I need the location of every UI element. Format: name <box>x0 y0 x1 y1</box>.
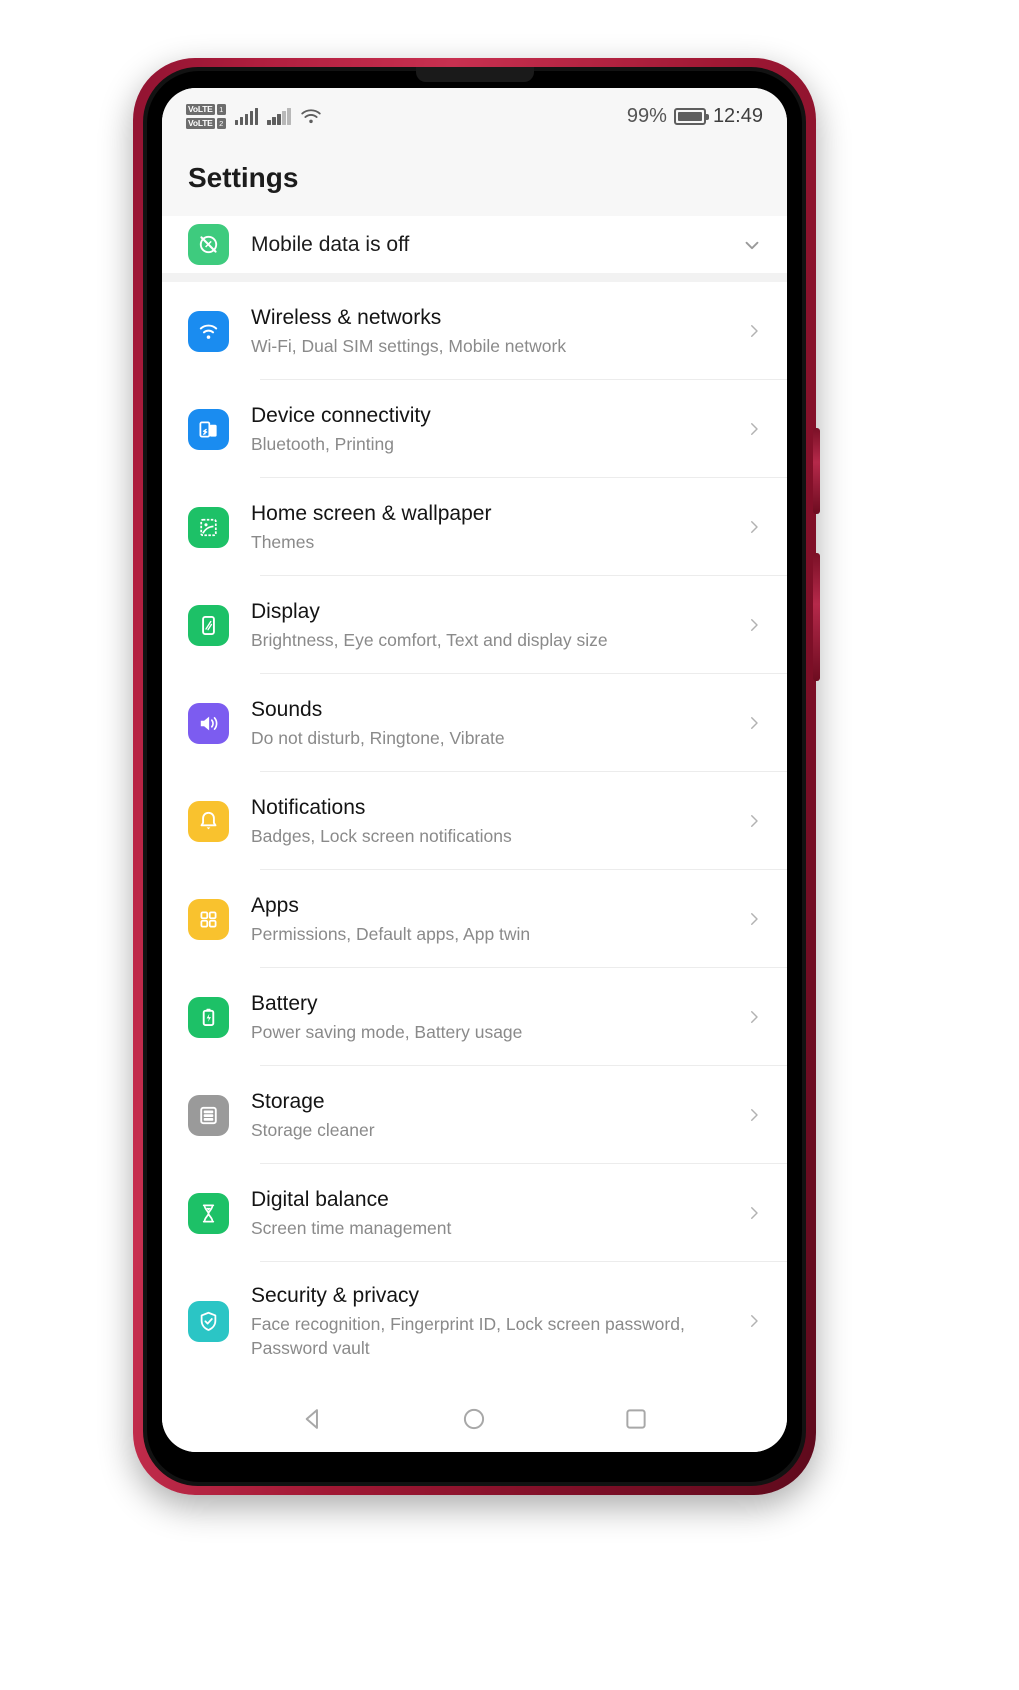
status-bar-right: 99% 12:49 <box>627 105 763 128</box>
status-bar-left: VoLTE 1 VoLTE 2 <box>186 103 322 129</box>
list-item-subtitle: Themes <box>251 532 315 552</box>
list-item-title: Apps <box>251 894 299 917</box>
wifi-icon <box>300 108 321 123</box>
list-item-subtitle: Do not disturb, Ringtone, Vibrate <box>251 728 505 748</box>
list-item-subtitle: Power saving mode, Battery usage <box>251 1022 523 1042</box>
list-item-digital-balance[interactable]: Digital balance Screen time management <box>162 1164 787 1262</box>
chevron-right-icon <box>751 1011 758 1023</box>
home-circle-icon[interactable] <box>457 1402 491 1436</box>
list-item-subtitle: Permissions, Default apps, App twin <box>251 924 531 944</box>
list-item-subtitle: Face recognition, Fingerprint ID, Lock s… <box>251 1314 685 1358</box>
chevron-right-icon <box>751 423 758 435</box>
chevron-right-icon <box>751 717 758 729</box>
mobile-data-off-icon <box>188 224 229 265</box>
mobile-data-status-label: Mobile data is off <box>251 232 410 256</box>
volte-sim2: VoLTE 2 <box>186 117 226 129</box>
power-button[interactable] <box>813 428 820 514</box>
chevron-right-icon <box>751 1315 758 1327</box>
signal-bars-icon-sim1 <box>234 107 259 125</box>
list-item-battery[interactable]: Battery Power saving mode, Battery usage <box>162 968 787 1066</box>
list-item-apps[interactable]: Apps Permissions, Default apps, App twin <box>162 870 787 968</box>
speaker-volume-icon <box>188 702 229 744</box>
list-item-title: Notifications <box>251 796 366 819</box>
list-item-title: Display <box>251 600 320 623</box>
list-item-subtitle: Brightness, Eye comfort, Text and displa… <box>251 630 608 650</box>
chevron-right-icon <box>751 619 758 631</box>
battery-icon <box>673 107 709 125</box>
list-item-wireless-networks[interactable]: Wireless & networks Wi-Fi, Dual SIM sett… <box>162 282 787 380</box>
chevron-right-icon <box>751 913 758 925</box>
volte-sim-number-2: 2 <box>216 117 226 129</box>
battery-percent-label: 99% <box>626 104 667 127</box>
chevron-right-icon <box>751 1109 758 1121</box>
chevron-right-icon <box>751 521 758 533</box>
volte-label-2: VoLTE <box>186 117 215 129</box>
list-item-subtitle: Badges, Lock screen notifications <box>251 826 512 846</box>
mobile-data-status-row[interactable]: Mobile data is off <box>162 216 787 282</box>
bell-icon <box>188 800 229 842</box>
list-item-title: Storage <box>251 1090 325 1113</box>
list-item-security-privacy[interactable]: Security & privacy Face recognition, Fin… <box>162 1262 787 1380</box>
list-item-storage[interactable]: Storage Storage cleaner <box>162 1066 787 1164</box>
list-item-subtitle: Bluetooth, Printing <box>251 434 395 454</box>
back-triangle-icon[interactable] <box>296 1402 330 1436</box>
list-item-title: Wireless & networks <box>251 306 442 329</box>
page-title: Settings <box>188 162 299 193</box>
battery-bolt-icon <box>188 996 229 1038</box>
shield-check-icon <box>188 1300 229 1342</box>
chevron-right-icon <box>751 1207 758 1219</box>
chevron-right-icon <box>751 325 758 337</box>
navigation-bar <box>162 1386 787 1452</box>
list-item-title: Security & privacy <box>251 1284 420 1307</box>
storage-stack-icon <box>188 1094 229 1136</box>
chevron-down-icon[interactable] <box>741 234 763 256</box>
list-item-subtitle: Wi-Fi, Dual SIM settings, Mobile network <box>251 336 567 356</box>
volte-label-1: VoLTE <box>186 103 215 115</box>
list-item-title: Device connectivity <box>251 404 431 427</box>
settings-list: Wireless & networks Wi-Fi, Dual SIM sett… <box>162 282 787 1380</box>
signal-bars-icon-sim2 <box>267 107 291 125</box>
status-bar: VoLTE 1 VoLTE 2 99% 12:49 <box>162 88 787 144</box>
list-item-subtitle: Screen time management <box>251 1218 452 1238</box>
wifi-icon <box>188 310 229 352</box>
recents-square-icon[interactable] <box>619 1402 653 1436</box>
phone-screen: VoLTE 1 VoLTE 2 99% 12:49 Settings Mobil… <box>162 88 787 1452</box>
status-time: 12:49 <box>712 104 763 127</box>
list-item-title: Battery <box>251 992 318 1015</box>
list-item-title: Sounds <box>251 698 323 721</box>
device-connectivity-icon <box>188 408 229 450</box>
list-item-title: Digital balance <box>251 1188 389 1211</box>
title-bar: Settings <box>162 144 787 216</box>
display-phone-icon <box>188 604 229 646</box>
volte-indicators: VoLTE 1 VoLTE 2 <box>186 103 226 129</box>
list-item-sounds[interactable]: Sounds Do not disturb, Ringtone, Vibrate <box>162 674 787 772</box>
phone-notch <box>415 67 534 82</box>
list-item-home-screen-wallpaper[interactable]: Home screen & wallpaper Themes <box>162 478 787 576</box>
hourglass-icon <box>188 1192 229 1234</box>
list-item-subtitle: Storage cleaner <box>251 1120 375 1140</box>
volte-sim1: VoLTE 1 <box>186 103 226 115</box>
list-item-device-connectivity[interactable]: Device connectivity Bluetooth, Printing <box>162 380 787 478</box>
list-item-notifications[interactable]: Notifications Badges, Lock screen notifi… <box>162 772 787 870</box>
list-item-title: Home screen & wallpaper <box>251 502 492 525</box>
chevron-right-icon <box>751 815 758 827</box>
apps-grid-icon <box>188 898 229 940</box>
volte-sim-number-1: 1 <box>216 103 226 115</box>
volume-button[interactable] <box>813 553 820 681</box>
list-item-display[interactable]: Display Brightness, Eye comfort, Text an… <box>162 576 787 674</box>
wallpaper-image-icon <box>188 506 229 548</box>
